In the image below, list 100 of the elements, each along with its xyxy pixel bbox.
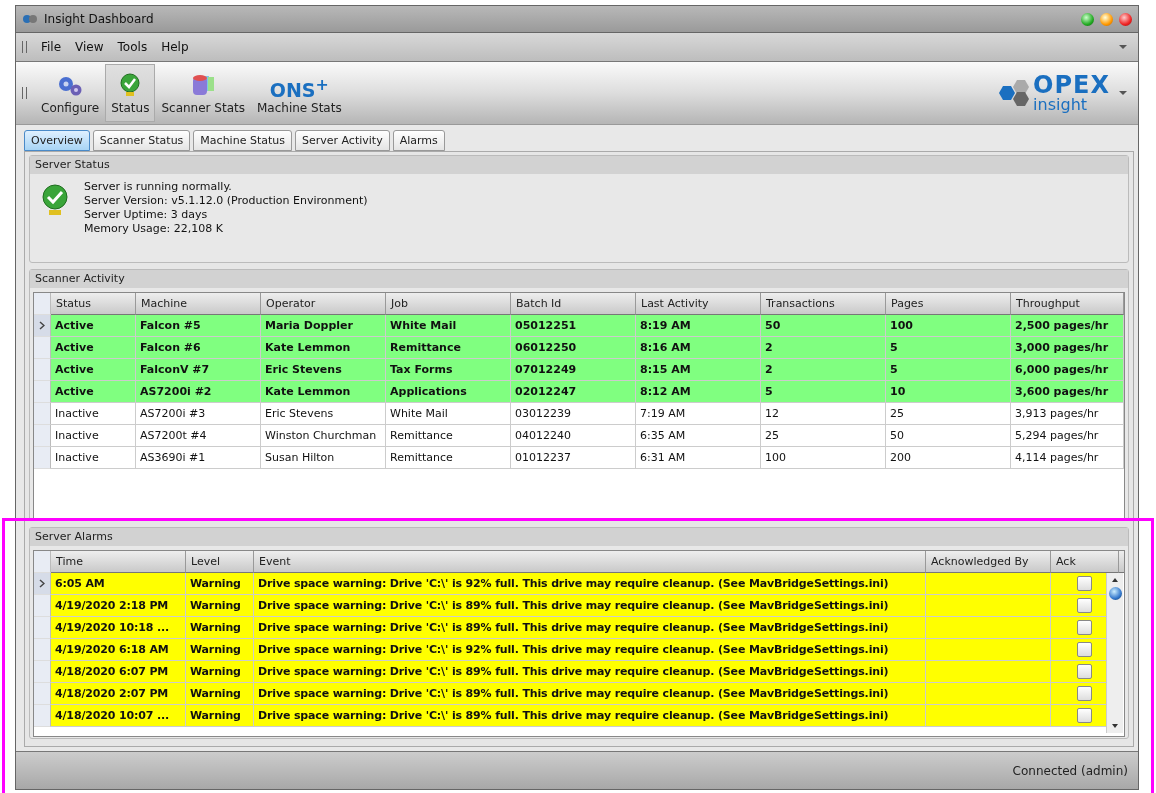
tab[interactable]: Alarms xyxy=(392,130,445,151)
table-cell: Remittance xyxy=(386,337,511,359)
toolbar-button[interactable]: Status xyxy=(105,64,156,122)
table-cell: 02012247 xyxy=(511,381,636,403)
menu-item[interactable]: Help xyxy=(161,40,189,54)
table-cell: 03012239 xyxy=(511,403,636,425)
table-cell: Warning xyxy=(186,661,254,683)
column-header[interactable]: Job xyxy=(386,293,511,315)
column-header[interactable]: Event xyxy=(254,551,926,573)
table-cell: 3,913 pages/hr xyxy=(1011,403,1124,425)
table-cell: Warning xyxy=(186,573,254,595)
table-cell: Warning xyxy=(186,705,254,727)
table-cell: Active xyxy=(51,359,136,381)
table-cell: 3,600 pages/hr xyxy=(1011,381,1124,403)
scrollbar[interactable] xyxy=(1106,573,1123,733)
table-cell: 6:05 AM xyxy=(51,573,186,595)
table-cell: 4/19/2020 6:18 AM xyxy=(51,639,186,661)
minimize-button[interactable] xyxy=(1100,12,1113,26)
table-cell: 2 xyxy=(761,337,886,359)
column-header[interactable]: Time xyxy=(51,551,186,573)
checkbox[interactable] xyxy=(1077,642,1092,657)
column-header[interactable]: Acknowledged By xyxy=(926,551,1051,573)
menu-item[interactable]: View xyxy=(75,40,104,54)
column-header[interactable]: Status xyxy=(51,293,136,315)
table-cell: 5 xyxy=(886,337,1011,359)
column-header[interactable]: Last Activity xyxy=(636,293,761,315)
table-cell: Inactive xyxy=(51,447,136,469)
column-header[interactable]: Machine xyxy=(136,293,261,315)
table-cell: 01012237 xyxy=(511,447,636,469)
column-header[interactable]: Batch Id xyxy=(511,293,636,315)
table-cell: Drive space warning: Drive 'C:\' is 89% full. This drive may require cleanup. (See MavBridgeSettings.ini) xyxy=(254,617,926,639)
table-cell: Applications xyxy=(386,381,511,403)
table-cell: Tax Forms xyxy=(386,359,511,381)
checkbox[interactable] xyxy=(1077,598,1092,613)
menu-item[interactable]: File xyxy=(41,40,62,54)
toolbar-button[interactable]: Scanner Stats xyxy=(155,64,251,122)
table-cell: 05012251 xyxy=(511,315,636,337)
table-cell: Active xyxy=(51,337,136,359)
header-corner xyxy=(34,293,51,315)
column-header[interactable]: Ack xyxy=(1051,551,1119,573)
scroll-thumb[interactable] xyxy=(1108,587,1122,600)
table-cell: Kate Lemmon xyxy=(261,337,386,359)
table-cell: Drive space warning: Drive 'C:\' is 92% full. This drive may require cleanup. (See MavBridgeSettings.ini) xyxy=(254,639,926,661)
caret-icon[interactable] xyxy=(1118,44,1128,50)
table-cell: 5 xyxy=(886,359,1011,381)
checkbox[interactable] xyxy=(1077,576,1092,591)
tab[interactable]: Server Activity xyxy=(294,130,390,151)
row-header[interactable] xyxy=(34,315,51,337)
row-header[interactable] xyxy=(34,573,51,595)
database-icon xyxy=(190,73,217,97)
checkmark-icon xyxy=(40,183,70,217)
table-cell: Warning xyxy=(186,617,254,639)
checkbox[interactable] xyxy=(1077,708,1092,723)
table-cell: 8:15 AM xyxy=(636,359,761,381)
group-header: Server Alarms xyxy=(30,528,1128,546)
tab[interactable]: Scanner Status xyxy=(92,130,191,151)
table-cell: 4/19/2020 10:18 ... xyxy=(51,617,186,639)
toolbar-button[interactable]: ONS$^{+}$ Machine Stats xyxy=(250,64,348,122)
table-cell: 25 xyxy=(886,403,1011,425)
table-cell: White Mail xyxy=(386,315,511,337)
column-header[interactable]: Throughput xyxy=(1011,293,1124,315)
logo-name: OPEX xyxy=(1033,73,1110,97)
scroll-up-icon[interactable] xyxy=(1111,577,1119,583)
table-cell: 2,500 pages/hr xyxy=(1011,315,1124,337)
menu-item[interactable]: Tools xyxy=(117,40,148,54)
caret-icon[interactable] xyxy=(1118,90,1128,96)
grip-icon xyxy=(22,41,27,53)
checkbox[interactable] xyxy=(1077,664,1092,679)
tab[interactable]: Machine Status xyxy=(193,130,292,151)
status-text: Server Version: v5.1.12.0 (Production Environment) xyxy=(84,194,368,208)
checkbox[interactable] xyxy=(1077,620,1092,635)
column-header[interactable]: Operator xyxy=(261,293,386,315)
column-header[interactable]: Pages xyxy=(886,293,1011,315)
table-cell: Susan Hilton xyxy=(261,447,386,469)
toolbar-button[interactable]: Configure xyxy=(35,64,106,122)
ons-logo: ONS$^{+}$ xyxy=(269,74,329,97)
table-cell: Remittance xyxy=(386,447,511,469)
table-cell: 12 xyxy=(761,403,886,425)
scroll-down-icon[interactable] xyxy=(1111,723,1119,729)
table-cell: AS7200i #3 xyxy=(136,403,261,425)
table-cell: AS3690i #1 xyxy=(136,447,261,469)
table-cell: 4/18/2020 2:07 PM xyxy=(51,683,186,705)
table-cell: Drive space warning: Drive 'C:\' is 92% full. This drive may require cleanup. (See MavBridgeSettings.ini) xyxy=(254,573,926,595)
column-header[interactable]: Transactions xyxy=(761,293,886,315)
table-cell: Falcon #5 xyxy=(136,315,261,337)
close-button[interactable] xyxy=(1119,12,1132,26)
table-cell: AS7200t #4 xyxy=(136,425,261,447)
checkbox[interactable] xyxy=(1077,686,1092,701)
table-cell: 25 xyxy=(761,425,886,447)
table-cell: 06012250 xyxy=(511,337,636,359)
table-cell: 6:31 AM xyxy=(636,447,761,469)
group-header: Scanner Activity xyxy=(30,270,1128,288)
table-cell: Kate Lemmon xyxy=(261,381,386,403)
table-cell: 4/18/2020 6:07 PM xyxy=(51,661,186,683)
column-header[interactable]: Level xyxy=(186,551,254,573)
table-cell: 6,000 pages/hr xyxy=(1011,359,1124,381)
maximize-button[interactable] xyxy=(1081,12,1094,26)
status-text: Connected (admin) xyxy=(1012,763,1128,778)
tab[interactable]: Overview xyxy=(24,130,90,151)
table-cell: 4/18/2020 10:07 ... xyxy=(51,705,186,727)
